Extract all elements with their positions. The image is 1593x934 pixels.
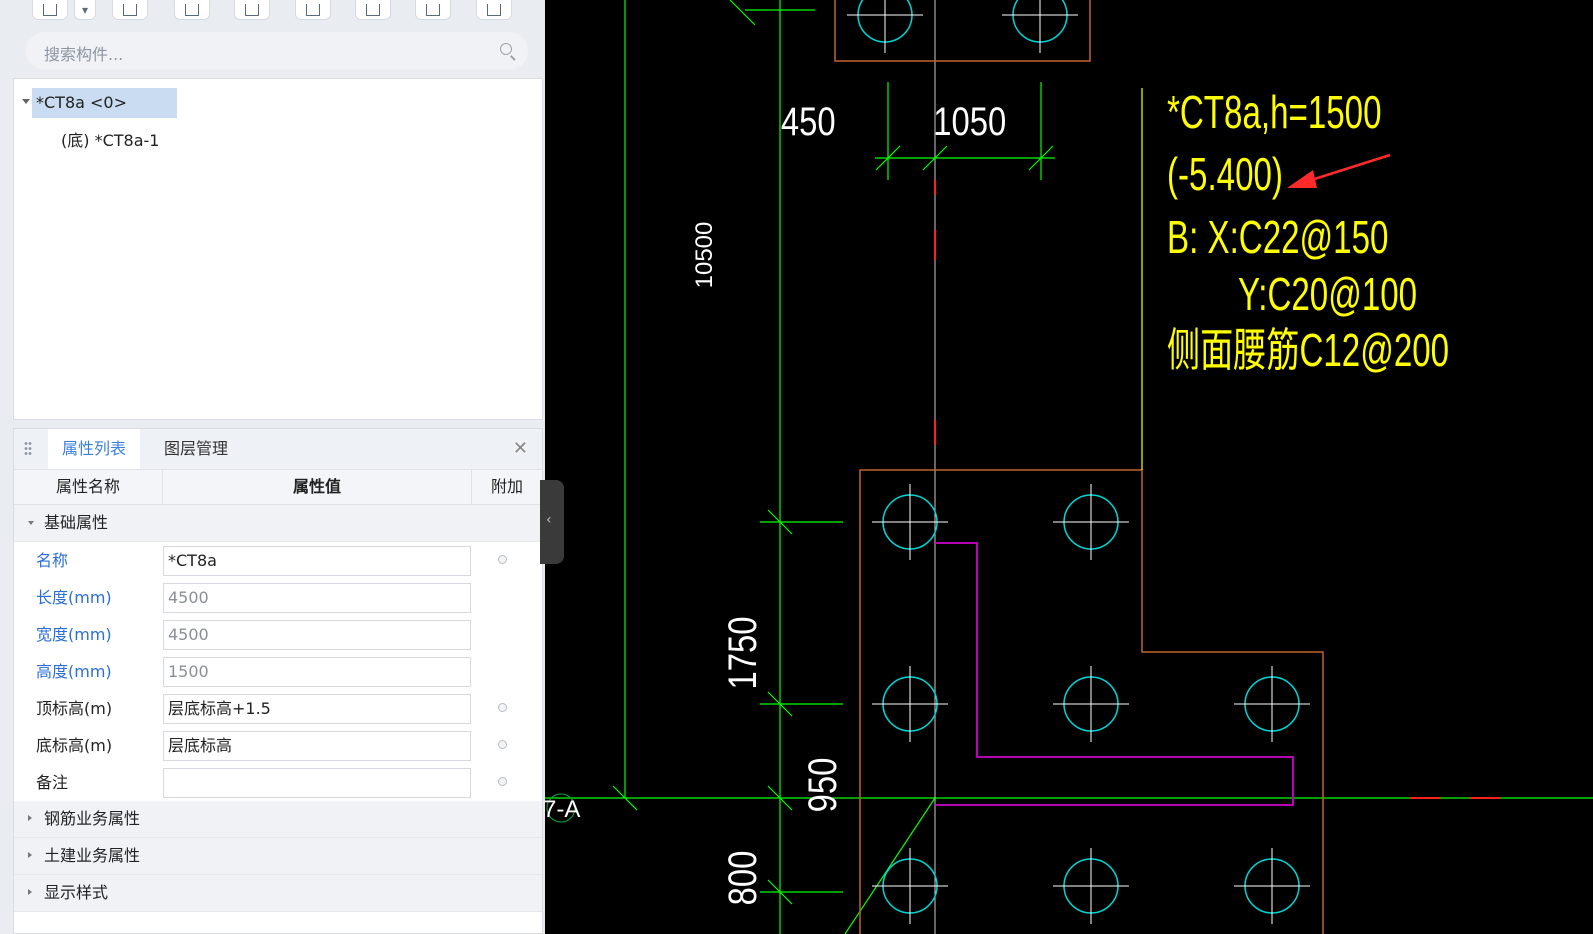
tab-property-list[interactable]: 属性列表 bbox=[48, 429, 141, 469]
property-row-remark: 备注 bbox=[14, 764, 542, 801]
new-component-button[interactable] bbox=[32, 0, 68, 20]
column-header-name: 属性名称 bbox=[14, 470, 163, 504]
property-name: 备注 bbox=[36, 773, 69, 792]
dim-text-10500: 10500 bbox=[691, 222, 718, 289]
pile bbox=[1002, 0, 1078, 53]
tree-item-root[interactable]: *CT8a <0> bbox=[32, 88, 177, 118]
cap-annotation: *CT8a,h=1500 (-5.400) B: X:C22@150 Y:C20… bbox=[1167, 88, 1449, 376]
property-row-bottom-elevation: 底标高(m) 层底标高 bbox=[14, 727, 542, 764]
property-row-height: 高度(mm) 1500 bbox=[14, 653, 542, 690]
property-value-input[interactable]: 层底标高+1.5 bbox=[163, 694, 471, 724]
annotation-line-4: Y:C20@100 bbox=[1238, 270, 1417, 320]
property-name: 顶标高(m) bbox=[36, 699, 113, 718]
search-icon[interactable] bbox=[500, 43, 512, 55]
pile bbox=[872, 484, 948, 560]
extra-checkbox[interactable] bbox=[498, 555, 507, 564]
expand-right-icon bbox=[28, 889, 32, 895]
drag-handle-icon[interactable] bbox=[24, 441, 32, 457]
pile-cap-outline bbox=[834, 0, 1324, 934]
property-value-input[interactable]: 4500 bbox=[163, 583, 471, 613]
property-name: 底标高(m) bbox=[36, 736, 113, 755]
sort-icon[interactable] bbox=[415, 0, 451, 20]
axis-label: 7-A bbox=[545, 796, 580, 823]
group-label: 显示样式 bbox=[44, 883, 109, 902]
dim-text-1050: 1050 bbox=[933, 99, 1006, 144]
property-tabs: 属性列表 图层管理 ✕ bbox=[14, 429, 542, 470]
property-value-input[interactable]: *CT8a bbox=[163, 546, 471, 576]
pile bbox=[847, 0, 923, 53]
dim-text-800: 800 bbox=[720, 851, 765, 906]
property-panel: 属性列表 图层管理 ✕ 属性名称 属性值 附加 基础属性 名称 *CT8a 长度… bbox=[13, 428, 543, 934]
property-name: 宽度(mm) bbox=[36, 625, 112, 644]
property-row-length: 长度(mm) 4500 bbox=[14, 579, 542, 616]
copy-icon[interactable] bbox=[112, 0, 148, 20]
group-label: 基础属性 bbox=[44, 513, 109, 532]
group-rebar-properties[interactable]: 钢筋业务属性 bbox=[14, 801, 542, 838]
search-input[interactable]: 搜索构件... bbox=[44, 41, 123, 65]
filter-icon[interactable] bbox=[476, 0, 512, 20]
tab-layer-management[interactable]: 图层管理 bbox=[150, 429, 242, 469]
cad-drawing[interactable]: 450 1050 10500 1750 950 800 7-A *CT8a,h=… bbox=[545, 0, 1593, 934]
layer-copy-icon[interactable] bbox=[234, 0, 270, 20]
dimension-texts: 450 1050 10500 1750 950 800 7-A bbox=[545, 99, 1006, 905]
tree-collapse-icon[interactable] bbox=[22, 99, 30, 104]
expand-down-icon bbox=[28, 521, 34, 525]
pile bbox=[1234, 848, 1310, 924]
chevron-left-icon: ‹ bbox=[546, 512, 552, 528]
dim-text-950: 950 bbox=[800, 758, 845, 813]
dim-text-450: 450 bbox=[781, 99, 836, 144]
property-row-top-elevation: 顶标高(m) 层底标高+1.5 bbox=[14, 690, 542, 727]
expand-right-icon bbox=[28, 852, 32, 858]
drawing-canvas[interactable]: 450 1050 10500 1750 950 800 7-A *CT8a,h=… bbox=[545, 0, 1593, 934]
property-column-header: 属性名称 属性值 附加 bbox=[14, 470, 542, 505]
close-icon[interactable]: ✕ bbox=[513, 439, 528, 459]
pile bbox=[1053, 666, 1129, 742]
search-box[interactable]: 搜索构件... bbox=[26, 32, 528, 70]
annotation-line-5: 侧面腰筋C12@200 bbox=[1167, 326, 1449, 376]
left-panel: ▾ 搜索构件... *CT8a <0> (底) *CT8a-1 属性列表 图层管… bbox=[0, 0, 545, 934]
property-value-input[interactable]: 4500 bbox=[163, 620, 471, 650]
extra-checkbox[interactable] bbox=[498, 740, 507, 749]
extra-checkbox[interactable] bbox=[498, 703, 507, 712]
annotation-line-1: *CT8a,h=1500 bbox=[1167, 88, 1382, 138]
panel-collapse-handle[interactable]: ‹ bbox=[540, 480, 564, 564]
column-header-extra: 附加 bbox=[490, 477, 523, 496]
annotation-line-2: (-5.400) bbox=[1167, 150, 1283, 200]
tie-beam bbox=[935, 542, 1294, 806]
group-basic-properties[interactable]: 基础属性 bbox=[14, 505, 542, 542]
pile bbox=[872, 666, 948, 742]
pile bbox=[872, 848, 948, 924]
property-row-width: 宽度(mm) 4500 bbox=[14, 616, 542, 653]
delete-icon[interactable] bbox=[174, 0, 210, 20]
extra-checkbox[interactable] bbox=[498, 777, 507, 786]
tree-item-child[interactable]: (底) *CT8a-1 bbox=[61, 127, 159, 151]
property-value-input[interactable]: 层底标高 bbox=[163, 731, 471, 761]
property-value-input[interactable] bbox=[163, 768, 471, 798]
component-tree: *CT8a <0> (底) *CT8a-1 bbox=[13, 78, 543, 420]
property-name: 名称 bbox=[36, 551, 69, 570]
group-display-style[interactable]: 显示样式 bbox=[14, 875, 542, 912]
expand-right-icon bbox=[28, 815, 32, 821]
property-row-name: 名称 *CT8a bbox=[14, 542, 542, 579]
dim-text-1750: 1750 bbox=[720, 617, 765, 690]
group-label: 钢筋业务属性 bbox=[44, 809, 141, 828]
group-civil-properties[interactable]: 土建业务属性 bbox=[14, 838, 542, 875]
property-name: 高度(mm) bbox=[36, 662, 112, 681]
piles bbox=[847, 0, 1310, 924]
toolbar: ▾ bbox=[0, 0, 545, 22]
pile bbox=[1053, 484, 1129, 560]
property-value-input[interactable]: 1500 bbox=[163, 657, 471, 687]
pile bbox=[1234, 666, 1310, 742]
red-arrow-icon bbox=[1287, 153, 1391, 188]
column-header-value: 属性值 bbox=[163, 470, 472, 504]
group-label: 土建业务属性 bbox=[44, 846, 141, 865]
new-dropdown-chevron-icon[interactable]: ▾ bbox=[74, 0, 96, 20]
property-name: 长度(mm) bbox=[36, 588, 112, 607]
floor-copy-icon[interactable] bbox=[295, 0, 331, 20]
pile bbox=[1053, 848, 1129, 924]
rename-icon[interactable] bbox=[355, 0, 391, 20]
annotation-line-3: B: X:C22@150 bbox=[1167, 213, 1388, 263]
